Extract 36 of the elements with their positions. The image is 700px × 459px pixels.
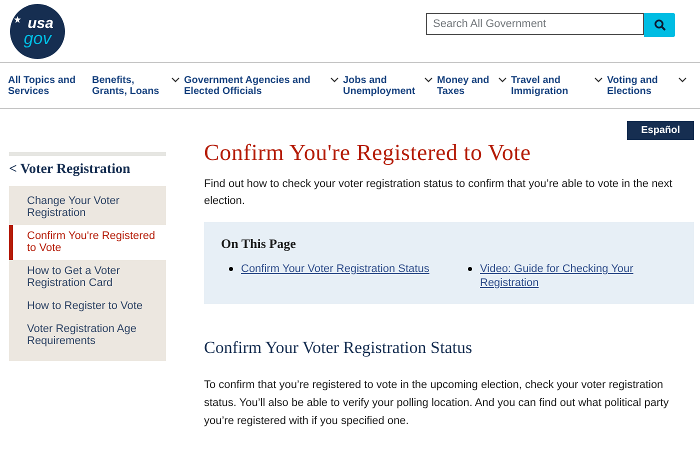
section-paragraph: To confirm that you’re registered to vote in the upcoming election, check your voter registration status. You’ll also be able to verify your polling location. And you can find out what political party you’re registered with if you specified one. — [204, 378, 670, 429]
page-title: Confirm You're Registered to Vote — [204, 140, 532, 166]
chevron-down-icon — [171, 76, 180, 82]
sidebar-item[interactable]: Confirm You're Registered to Vote — [9, 225, 166, 260]
star-icon — [14, 16, 21, 22]
sidebar-item[interactable]: How to Register to Vote — [9, 295, 166, 318]
language-button[interactable]: Español — [627, 121, 694, 140]
chevron-down-icon — [498, 76, 507, 82]
search-icon — [654, 19, 666, 31]
sidebar-item[interactable]: Change Your Voter Registration — [9, 190, 166, 225]
nav-menu-item[interactable]: Government Agencies and Elected Officials — [184, 74, 339, 96]
bullet-icon — [468, 267, 472, 271]
bullet-icon — [229, 267, 233, 271]
chevron-down-icon — [330, 76, 339, 82]
logo-text: usa — [28, 16, 54, 31]
sidebar-item[interactable]: How to Get a Voter Registration Card — [9, 260, 166, 295]
logo-text: gov — [24, 31, 52, 46]
panel-heading: On This Page — [221, 236, 297, 252]
anchor-link[interactable]: Confirm Your Voter Registration Status — [241, 262, 430, 276]
nav-menu-item[interactable]: Voting and Elections — [607, 74, 687, 96]
chevron-down-icon — [424, 76, 433, 82]
nav-menu-item[interactable]: Money and Taxes — [437, 74, 507, 96]
sidebar-item[interactable]: Voter Registration Age Requirements — [9, 318, 166, 353]
chevron-down-icon — [678, 76, 687, 82]
search-button[interactable] — [644, 13, 675, 37]
nav-menu-item[interactable]: Jobs and Unemployment — [343, 74, 433, 96]
chevron-down-icon — [594, 76, 603, 82]
back-link[interactable]: < Voter Registration — [9, 156, 166, 186]
section-heading: Confirm Your Voter Registration Status — [204, 338, 474, 358]
intro-paragraph: Find out how to check your voter registration status to confirm that you’re able to vote in the next election. — [204, 177, 674, 209]
search-field[interactable]: Search All Government — [426, 13, 644, 35]
usagov-logo[interactable]: usa gov — [10, 4, 65, 58]
nav-menu-item[interactable]: Benefits, Grants, Loans — [92, 74, 180, 96]
anchor-link[interactable]: Video: Guide for Checking Your Registration — [480, 262, 638, 290]
nav-menu-item[interactable]: Travel and Immigration — [511, 74, 603, 96]
nav-menu-item[interactable]: All Topics and Services — [8, 74, 88, 96]
